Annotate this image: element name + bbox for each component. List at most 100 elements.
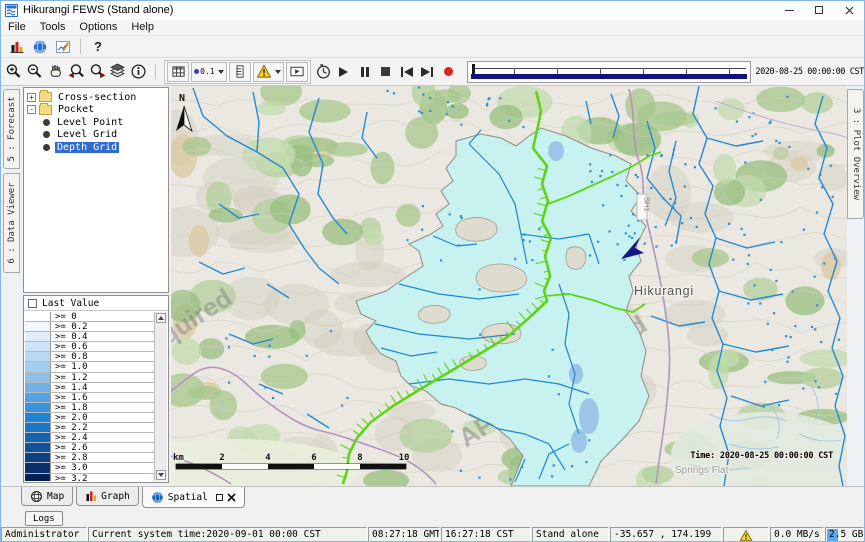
step-back-button[interactable] xyxy=(397,61,416,82)
timeline-slider[interactable] xyxy=(467,61,752,83)
tab-close-icon[interactable] xyxy=(227,493,236,502)
legend-class-label: >= 1.8 xyxy=(51,403,88,412)
zoom-next-button[interactable] xyxy=(88,61,107,82)
titlebar: Hikurangi FEWS (Stand alone) xyxy=(1,1,864,19)
legend-class-row[interactable]: >= 1.0 xyxy=(25,362,154,372)
warnings-button[interactable] xyxy=(253,62,284,82)
record-button[interactable] xyxy=(439,61,458,82)
tab-maximize-icon[interactable] xyxy=(216,494,223,501)
close-button[interactable] xyxy=(834,1,864,19)
tab-forecast[interactable]: 5 : Forecast xyxy=(3,89,20,169)
play-button[interactable] xyxy=(334,61,353,82)
legend-class-row[interactable]: >= 3.0 xyxy=(25,463,154,473)
legend-class-row[interactable]: >= 2.8 xyxy=(25,453,154,463)
pan-button[interactable] xyxy=(46,61,65,82)
legend-scrollbar[interactable] xyxy=(154,312,167,481)
tab-map[interactable]: Map xyxy=(21,487,73,506)
globe-icon xyxy=(151,491,164,504)
legend-color-swatch xyxy=(25,322,51,331)
tree-expander-icon[interactable]: + xyxy=(27,93,36,102)
legend-class-row[interactable]: >= 3.2 xyxy=(25,474,154,482)
tree-item-level-point[interactable]: Level Point xyxy=(24,116,168,129)
map-canvas[interactable]: API Key Required API Key Required xyxy=(171,86,848,486)
time-tracker-button[interactable] xyxy=(314,61,333,82)
menu-options[interactable]: Options xyxy=(72,21,124,33)
scroll-down-icon[interactable] xyxy=(156,470,166,480)
legend-class-row[interactable]: >= 2.6 xyxy=(25,443,154,453)
timeline-thumb[interactable] xyxy=(472,64,475,74)
tree-expander-icon[interactable]: - xyxy=(27,105,36,114)
grid-display-button[interactable] xyxy=(167,62,189,82)
legend-class-row[interactable]: >= 2.0 xyxy=(25,413,154,423)
timeline-datetime: 2020-08-25 00:00:00 CST xyxy=(755,67,864,77)
menu-tools[interactable]: Tools xyxy=(33,21,73,33)
maximize-button[interactable] xyxy=(804,1,834,19)
legend-class-row[interactable]: >= 0.8 xyxy=(25,352,154,362)
info-icon xyxy=(130,63,147,80)
last-value-checkbox[interactable] xyxy=(28,299,37,308)
status-user: Administrator xyxy=(1,527,87,542)
legend-class-row[interactable]: >= 0.4 xyxy=(25,332,154,342)
tab-data-viewer[interactable]: 6 : Data Viewer xyxy=(3,173,20,273)
legend-class-row[interactable]: >= 0.6 xyxy=(25,342,154,352)
toolbar-separator xyxy=(155,64,156,79)
record-icon xyxy=(444,67,453,76)
status-mode: Stand alone xyxy=(532,527,609,542)
zoom-out-icon xyxy=(26,63,43,80)
timeline-availability-bar xyxy=(471,74,748,79)
status-warning[interactable] xyxy=(723,527,769,542)
legend-panel: Last Value >= 0>= 0.2>= 0.4>= 0.6>= 0.8>… xyxy=(23,295,169,483)
pause-button[interactable] xyxy=(355,61,374,82)
chevron-down-icon xyxy=(218,70,224,74)
info-button[interactable] xyxy=(129,61,148,82)
tab-plot-overview[interactable]: 3 : Plot Overview xyxy=(847,89,864,219)
pause-icon xyxy=(361,67,364,77)
legend-class-row[interactable]: >= 1.2 xyxy=(25,373,154,383)
map-display-button[interactable] xyxy=(29,36,50,57)
legend-class-label: >= 2.2 xyxy=(51,423,88,432)
legend-class-label: >= 2.8 xyxy=(51,453,88,462)
logs-button[interactable]: Logs xyxy=(25,511,63,526)
stop-button[interactable] xyxy=(376,61,395,82)
scroll-up-icon[interactable] xyxy=(156,313,166,323)
menu-file[interactable]: File xyxy=(1,21,33,33)
main-toolbar: ? xyxy=(1,36,864,58)
legend-color-swatch xyxy=(25,352,51,361)
tree-item-pocket[interactable]: - Pocket xyxy=(24,104,168,117)
timeseries-dialog-button[interactable] xyxy=(52,36,73,57)
threshold-value-button[interactable]: 0.1 xyxy=(191,62,226,82)
database-explorer-button[interactable] xyxy=(6,36,27,57)
minimize-button[interactable] xyxy=(774,1,804,19)
layers-button[interactable] xyxy=(108,61,127,82)
legend-class-label: >= 3.2 xyxy=(51,474,88,482)
legend-color-swatch xyxy=(25,443,51,452)
tab-graph[interactable]: Graph xyxy=(76,487,139,506)
step-forward-button[interactable] xyxy=(418,61,437,82)
animation-display-button[interactable] xyxy=(286,62,308,82)
tree-item-cross-section[interactable]: + Cross-section xyxy=(24,91,168,104)
tree-item-level-grid[interactable]: Level Grid xyxy=(24,129,168,142)
legend-class-label: >= 1.4 xyxy=(51,383,88,392)
tree-item-label: Cross-section xyxy=(56,92,138,103)
tab-spatial[interactable]: Spatial xyxy=(142,487,245,508)
pan-hand-icon xyxy=(47,63,64,80)
left-tab-strip: 5 : Forecast 6 : Data Viewer xyxy=(1,86,21,486)
legend-class-row[interactable]: >= 1.4 xyxy=(25,383,154,393)
legend-class-row[interactable]: >= 2.4 xyxy=(25,433,154,443)
legend-class-row[interactable]: >= 0.2 xyxy=(25,322,154,332)
status-data-rate: 0.0 MB/s xyxy=(770,527,824,542)
menu-help[interactable]: Help xyxy=(124,21,161,33)
zoom-previous-button[interactable] xyxy=(67,61,86,82)
folder-icon xyxy=(39,105,52,115)
legend-class-row[interactable]: >= 0 xyxy=(25,312,154,322)
longitudinal-profile-button[interactable] xyxy=(229,62,251,82)
legend-color-swatch xyxy=(25,373,51,382)
legend-class-row[interactable]: >= 1.8 xyxy=(25,403,154,413)
help-button[interactable]: ? xyxy=(88,36,108,57)
zoom-in-button[interactable] xyxy=(4,61,23,82)
legend-class-row[interactable]: >= 1.6 xyxy=(25,393,154,403)
tree-item-depth-grid[interactable]: Depth Grid xyxy=(24,141,168,154)
legend-class-row[interactable]: >= 2.2 xyxy=(25,423,154,433)
tree-item-label: Pocket xyxy=(56,104,96,115)
zoom-out-button[interactable] xyxy=(25,61,44,82)
